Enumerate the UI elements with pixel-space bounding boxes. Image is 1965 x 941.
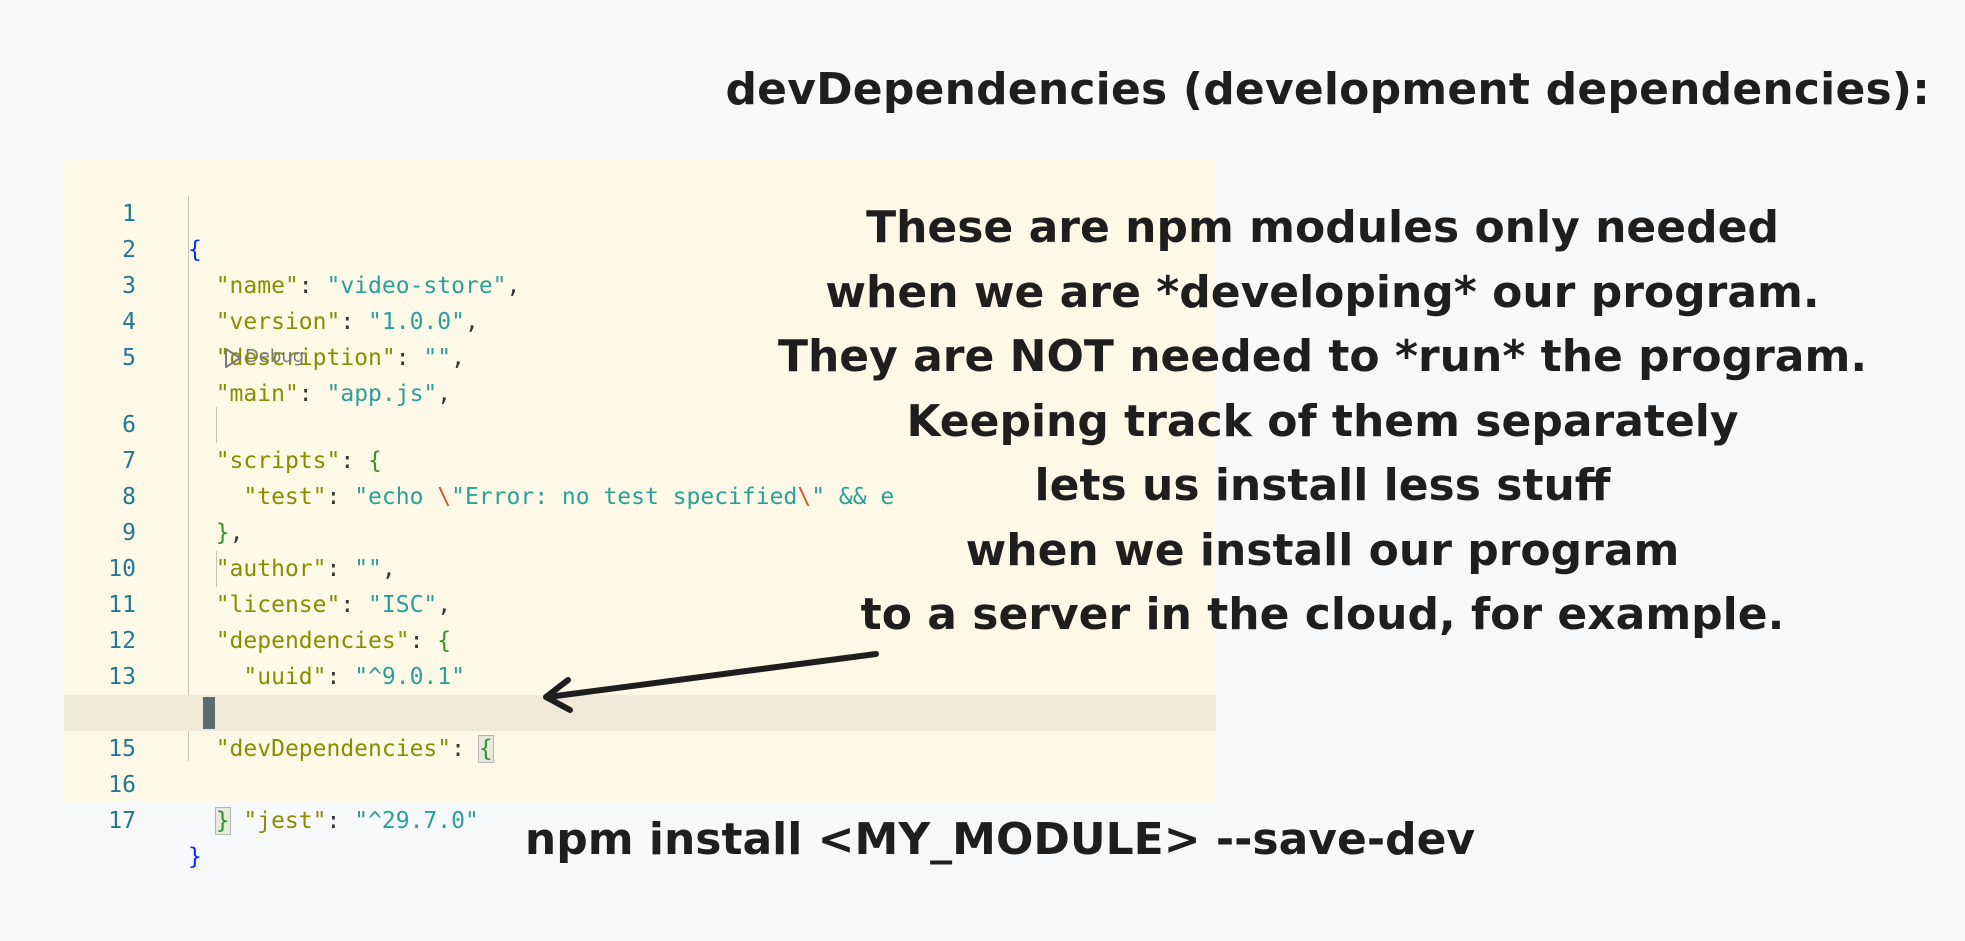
npm-command: npm install <MY_MODULE> --save-dev — [524, 814, 1476, 865]
arrow-icon — [543, 651, 879, 713]
